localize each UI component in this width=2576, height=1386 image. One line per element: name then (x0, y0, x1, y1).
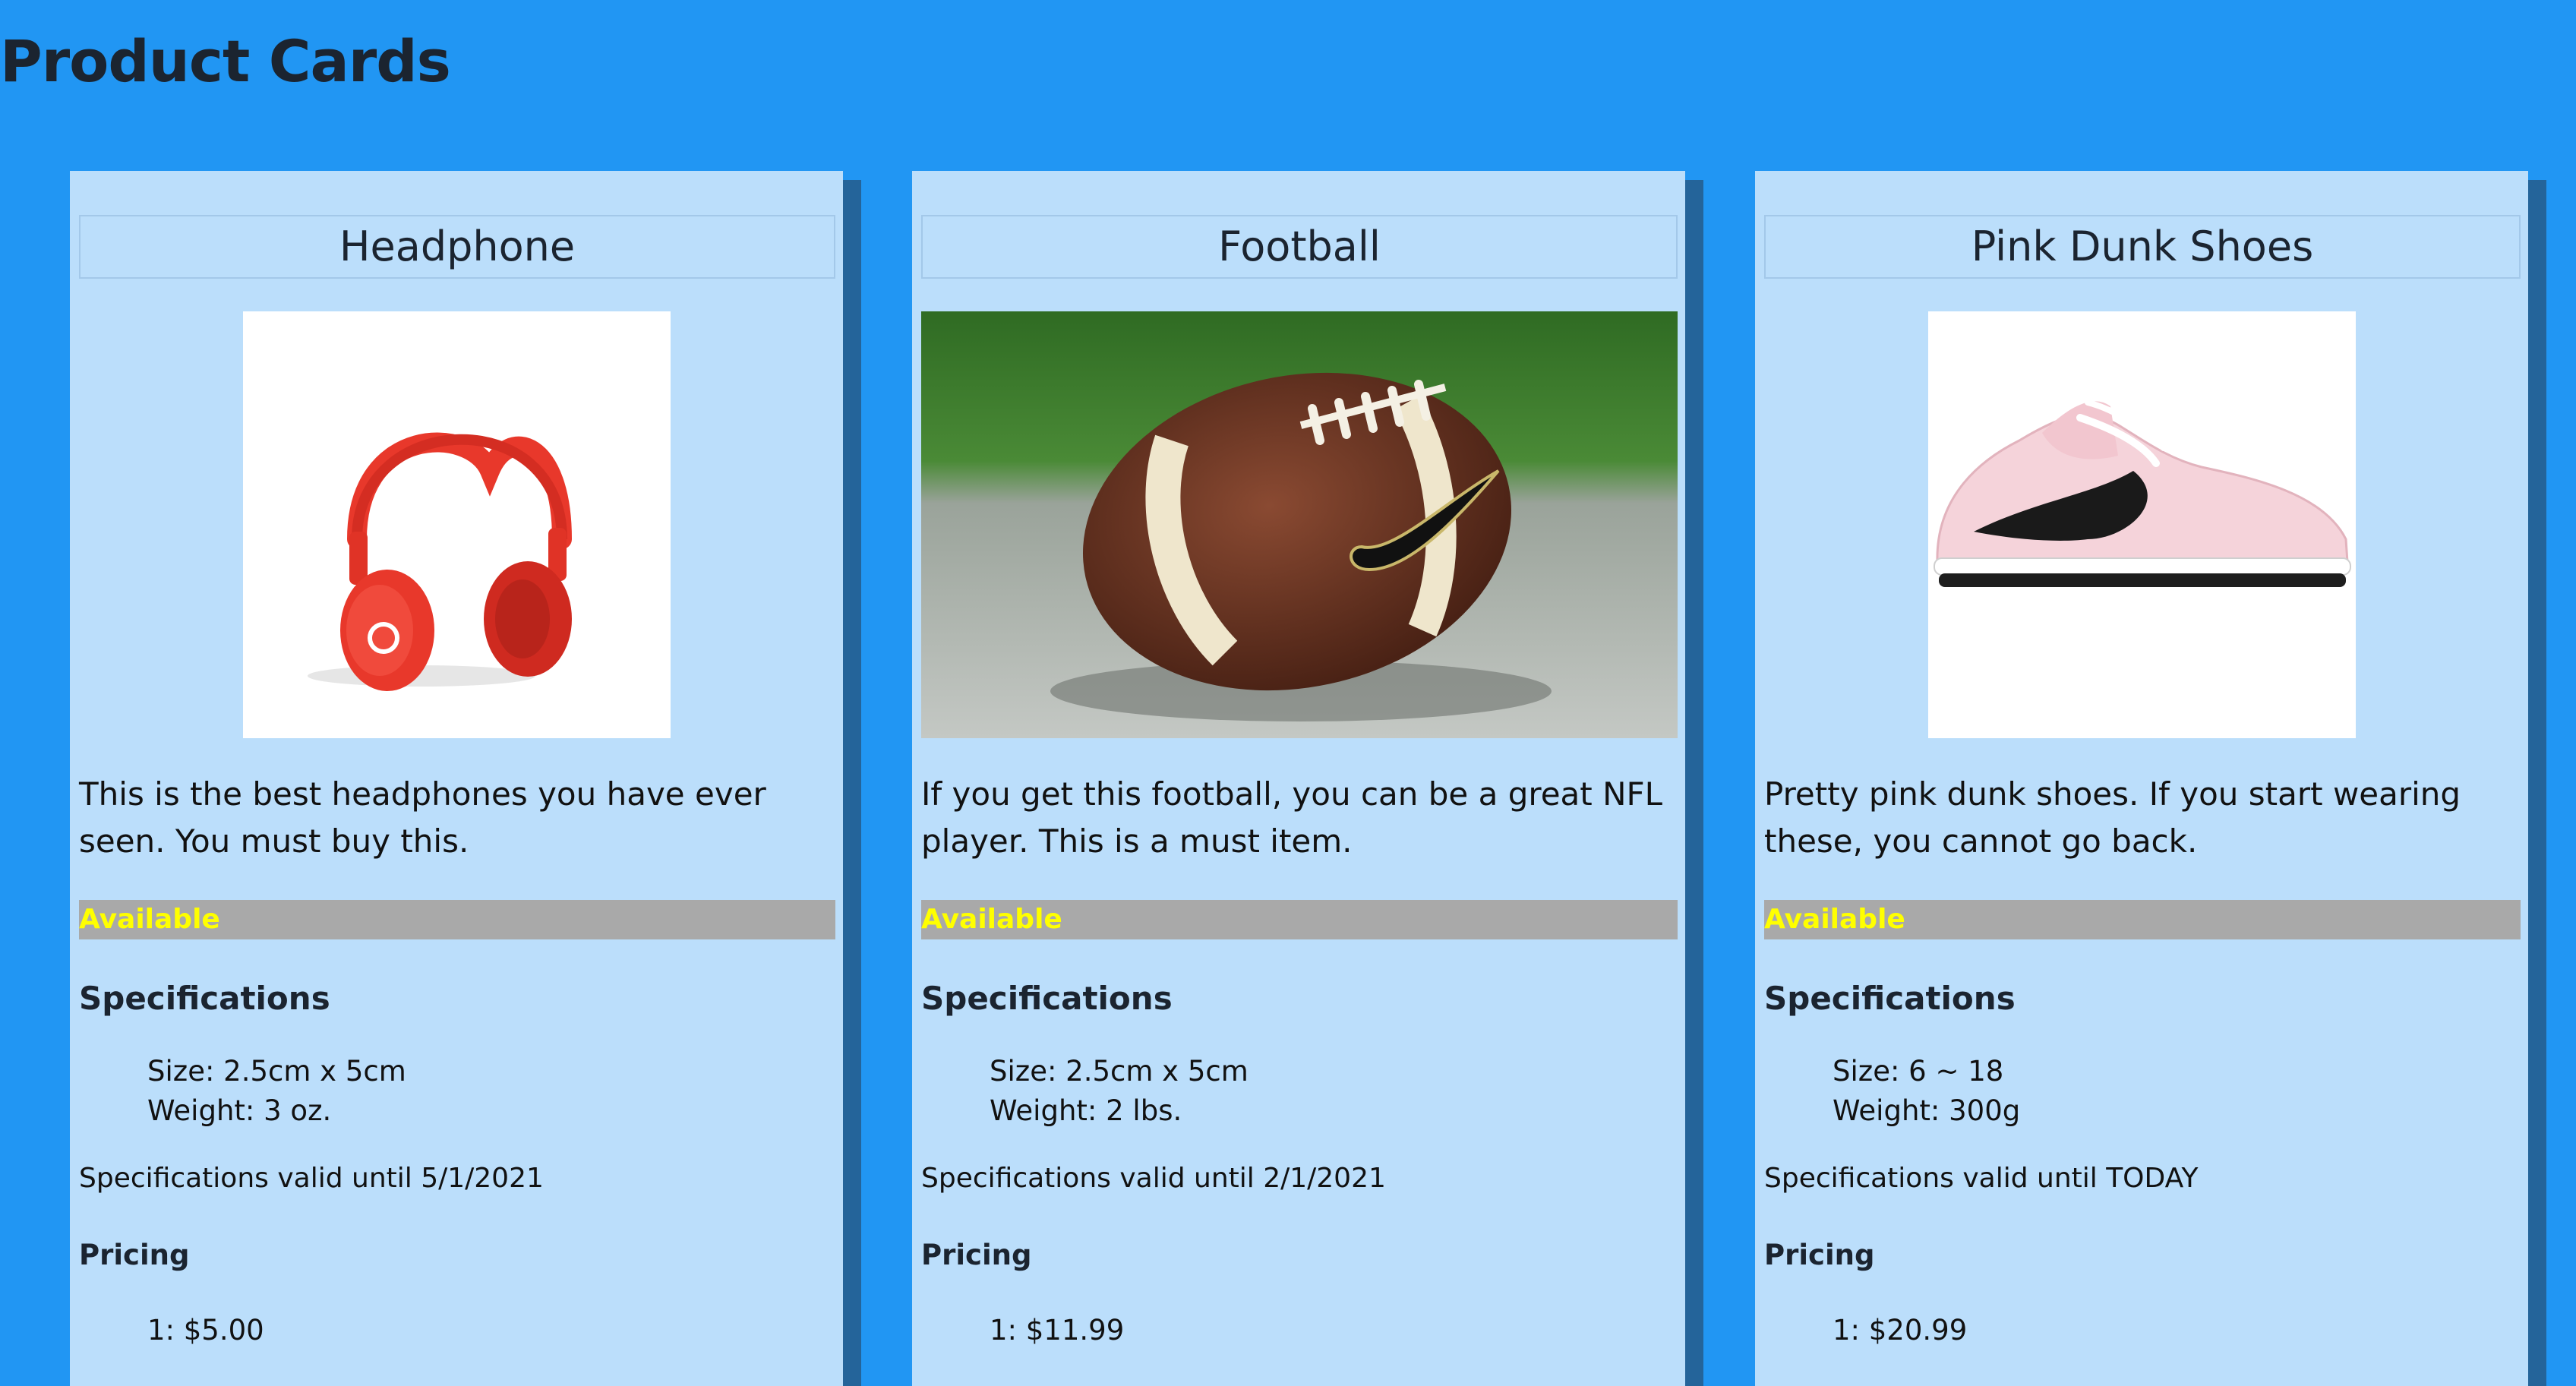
availability-badge: Available (921, 900, 1678, 939)
product-card-pink-dunk-shoes: Pink Dunk Shoes Pretty pink dunk shoes. … (1755, 171, 2528, 1386)
specifications-list: Size: 2.5cm x 5cm Weight: 2 lbs. (990, 1052, 1249, 1131)
pink-sneaker-image (1928, 311, 2356, 738)
pricing-heading: Pricing (1764, 1239, 1875, 1271)
specifications-valid-date: Specifications valid until TODAY (1764, 1163, 2199, 1194)
specifications-list: Size: 6 ~ 18 Weight: 300g (1833, 1052, 2020, 1131)
spec-size: Size: 6 ~ 18 (1833, 1055, 2004, 1088)
spec-weight: Weight: 300g (1833, 1094, 2021, 1127)
spec-size: Size: 2.5cm x 5cm (147, 1055, 406, 1088)
card-title: Pink Dunk Shoes (1764, 215, 2521, 279)
card-title: Headphone (79, 215, 835, 279)
card-description: Pretty pink dunk shoes. If you start wea… (1764, 775, 2461, 860)
specifications-heading: Specifications (921, 980, 1173, 1017)
product-card-headphone: Headphone This is the best headphones yo… (70, 171, 843, 1386)
pricing-heading: Pricing (79, 1239, 190, 1271)
availability-badge: Available (79, 900, 835, 939)
page-title: Product Cards (0, 27, 451, 95)
product-card-list: Headphone This is the best headphones yo… (70, 171, 2576, 1386)
spec-weight: Weight: 2 lbs. (990, 1094, 1182, 1127)
spec-weight: Weight: 3 oz. (147, 1094, 332, 1127)
card-title: Football (921, 215, 1678, 279)
football-on-grass-image (921, 311, 1678, 738)
specifications-heading: Specifications (1764, 980, 2016, 1017)
price-line: 1: $11.99 (990, 1314, 1125, 1347)
card-description: This is the best headphones you have eve… (79, 775, 766, 860)
card-description: If you get this football, you can be a g… (921, 775, 1663, 860)
specifications-valid-date: Specifications valid until 2/1/2021 (921, 1163, 1386, 1194)
availability-badge: Available (1764, 900, 2521, 939)
price-line: 1: $20.99 (1833, 1314, 1968, 1347)
specifications-valid-date: Specifications valid until 5/1/2021 (79, 1163, 544, 1194)
price-line: 1: $5.00 (147, 1314, 264, 1347)
pink-sneaker-icon (1928, 311, 2356, 738)
red-headphones-image (243, 311, 671, 738)
spec-size: Size: 2.5cm x 5cm (990, 1055, 1249, 1088)
pricing-heading: Pricing (921, 1239, 1032, 1271)
red-headphones-icon (243, 311, 671, 738)
specifications-list: Size: 2.5cm x 5cm Weight: 3 oz. (147, 1052, 406, 1131)
football-icon (921, 311, 1678, 738)
product-card-football: Football If you get this football, you c… (912, 171, 1685, 1386)
specifications-heading: Specifications (79, 980, 330, 1017)
